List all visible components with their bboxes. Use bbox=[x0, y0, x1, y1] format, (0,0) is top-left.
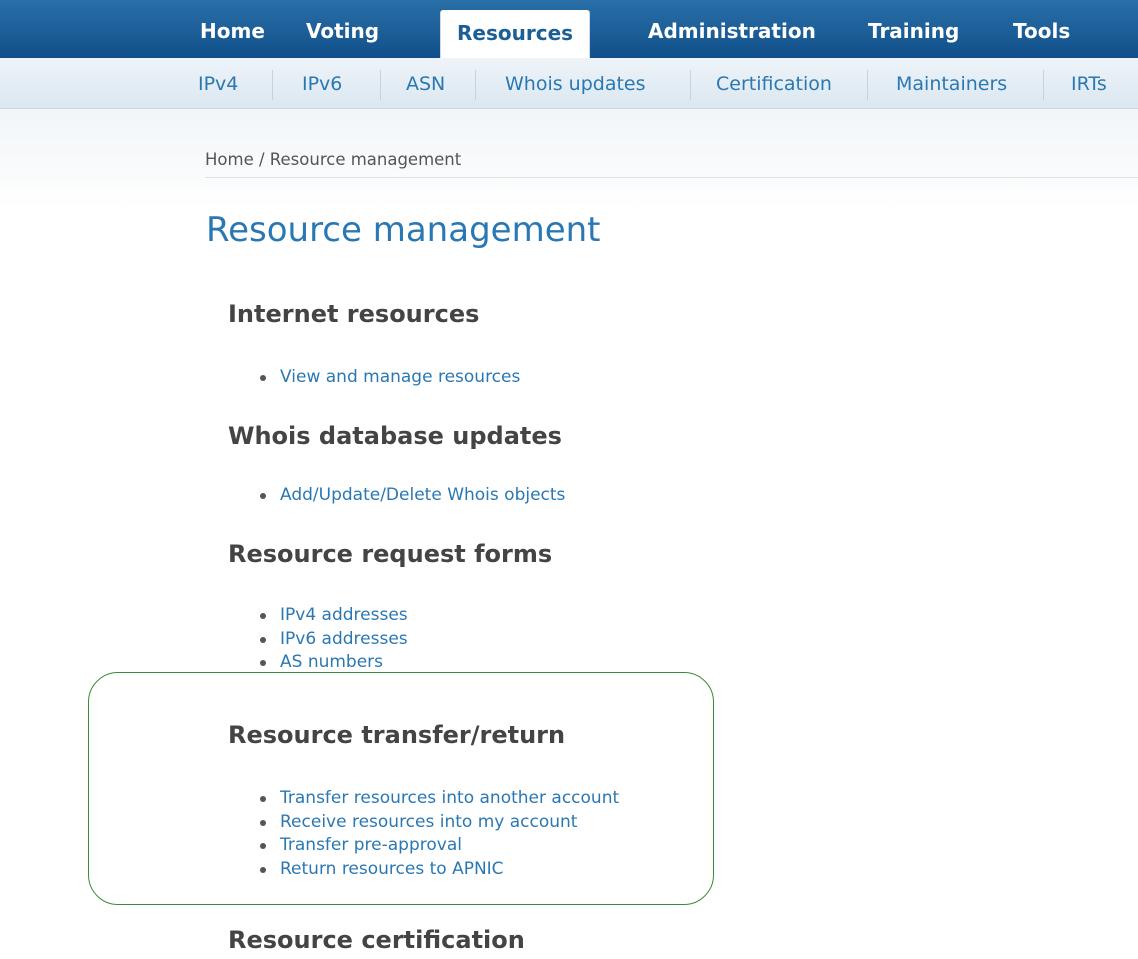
bullet-icon bbox=[260, 866, 266, 873]
list-item: Add/Update/Delete Whois objects bbox=[260, 483, 565, 507]
bullet-icon bbox=[260, 843, 266, 849]
subnav-ipv4[interactable]: IPv4 bbox=[198, 58, 238, 108]
bullet-icon bbox=[260, 636, 266, 643]
topnav-training[interactable]: Training bbox=[868, 0, 959, 58]
subnav-divider bbox=[1043, 70, 1044, 100]
sub-nav: IPv4 IPv6 ASN Whois updates Certificatio… bbox=[0, 58, 1138, 109]
subnav-asn[interactable]: ASN bbox=[406, 58, 445, 108]
breadcrumb-separator: / bbox=[253, 150, 270, 169]
request-forms-list: IPv4 addresses IPv6 addresses AS numbers bbox=[260, 603, 408, 674]
link-transfer-pre-approval[interactable]: Transfer pre-approval bbox=[280, 835, 462, 855]
bullet-icon bbox=[260, 375, 266, 381]
link-receive-resources[interactable]: Receive resources into my account bbox=[280, 812, 577, 832]
link-as-numbers[interactable]: AS numbers bbox=[280, 652, 383, 672]
list-item: IPv6 addresses bbox=[260, 627, 408, 651]
top-nav: Home Voting Resources Administration Tra… bbox=[0, 0, 1138, 58]
bullet-icon bbox=[260, 660, 266, 666]
breadcrumb-divider bbox=[205, 177, 1138, 178]
section-heading-transfer-return: Resource transfer/return bbox=[228, 721, 566, 749]
link-transfer-resources[interactable]: Transfer resources into another account bbox=[280, 788, 619, 808]
subnav-divider bbox=[690, 70, 691, 100]
subnav-divider bbox=[272, 70, 273, 100]
link-add-update-delete-whois[interactable]: Add/Update/Delete Whois objects bbox=[280, 485, 565, 505]
link-ipv6-addresses[interactable]: IPv6 addresses bbox=[280, 629, 408, 649]
subnav-divider bbox=[867, 70, 868, 100]
section-heading-whois-updates: Whois database updates bbox=[228, 422, 562, 450]
link-ipv4-addresses[interactable]: IPv4 addresses bbox=[280, 605, 408, 625]
list-item: IPv4 addresses bbox=[260, 603, 408, 627]
section-heading-internet-resources: Internet resources bbox=[228, 300, 480, 328]
breadcrumb-home[interactable]: Home bbox=[205, 150, 254, 169]
topnav-voting[interactable]: Voting bbox=[306, 0, 379, 58]
bullet-icon bbox=[260, 796, 266, 802]
list-item: Receive resources into my account bbox=[260, 810, 619, 834]
subnav-ipv6[interactable]: IPv6 bbox=[302, 58, 342, 108]
subnav-divider bbox=[380, 70, 381, 100]
page-title: Resource management bbox=[206, 210, 601, 250]
section-heading-certification: Resource certification bbox=[228, 926, 525, 954]
bullet-icon bbox=[260, 819, 266, 826]
subnav-whois-updates[interactable]: Whois updates bbox=[505, 58, 646, 108]
topnav-resources[interactable]: Resources bbox=[440, 10, 591, 58]
topnav-home[interactable]: Home bbox=[200, 0, 265, 58]
subnav-maintainers[interactable]: Maintainers bbox=[896, 58, 1007, 108]
internet-resources-list: View and manage resources bbox=[260, 365, 520, 389]
link-return-resources[interactable]: Return resources to APNIC bbox=[280, 859, 504, 879]
subnav-certification[interactable]: Certification bbox=[716, 58, 832, 108]
bullet-icon bbox=[260, 613, 266, 619]
list-item: Return resources to APNIC bbox=[260, 857, 619, 881]
list-item: Transfer pre-approval bbox=[260, 833, 619, 857]
page: Home Voting Resources Administration Tra… bbox=[0, 0, 1138, 959]
subnav-irts[interactable]: IRTs bbox=[1071, 58, 1107, 108]
topnav-administration[interactable]: Administration bbox=[648, 0, 816, 58]
link-view-manage-resources[interactable]: View and manage resources bbox=[280, 367, 520, 387]
bullet-icon bbox=[260, 493, 266, 499]
list-item: View and manage resources bbox=[260, 365, 520, 389]
transfer-return-list: Transfer resources into another account … bbox=[260, 786, 619, 880]
list-item: AS numbers bbox=[260, 650, 408, 674]
topnav-tools[interactable]: Tools bbox=[1013, 0, 1070, 58]
section-heading-request-forms: Resource request forms bbox=[228, 540, 553, 568]
breadcrumb: Home / Resource management bbox=[205, 150, 461, 169]
breadcrumb-current: Resource management bbox=[269, 150, 462, 169]
subnav-divider bbox=[475, 70, 476, 100]
whois-updates-list: Add/Update/Delete Whois objects bbox=[260, 483, 565, 507]
list-item: Transfer resources into another account bbox=[260, 786, 619, 810]
breadcrumb-band bbox=[0, 109, 1138, 209]
